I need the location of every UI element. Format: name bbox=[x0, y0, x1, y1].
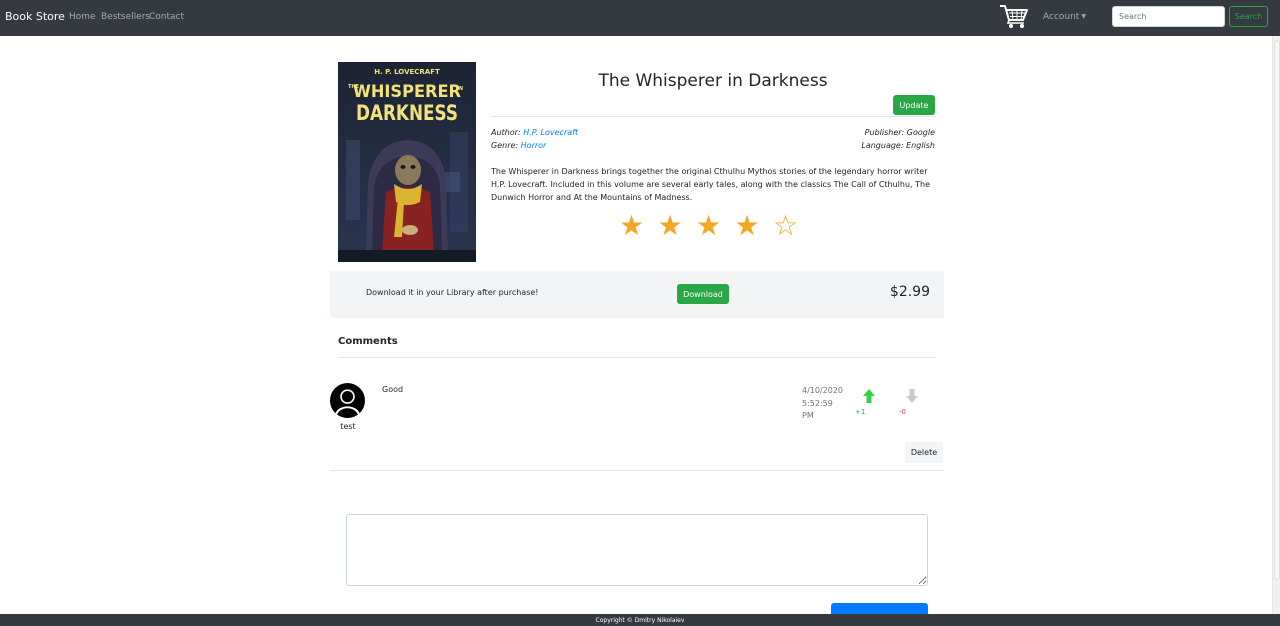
genre-link[interactable]: Horror bbox=[521, 141, 547, 150]
footer: Copyright © Dmitry Nikolaiev bbox=[0, 614, 1280, 626]
comment-input[interactable] bbox=[346, 514, 928, 586]
account-label: Account bbox=[1043, 12, 1080, 22]
book-cover-art: H. P. LOVECRAFT THE WHISPERER IN DARKNES… bbox=[338, 62, 476, 262]
page-scrollbar[interactable] bbox=[1272, 36, 1280, 614]
language-label: Language: bbox=[861, 141, 904, 150]
upvote-arrow-icon[interactable] bbox=[862, 388, 876, 404]
genre-label: Genre: bbox=[491, 141, 519, 150]
update-button[interactable]: Update bbox=[893, 95, 935, 115]
book-language: Language: English bbox=[861, 141, 935, 150]
comments-divider bbox=[338, 357, 936, 358]
comment-meridiem-line: PM bbox=[802, 411, 814, 420]
book-cover-image: H. P. LOVECRAFT THE WHISPERER IN DARKNES… bbox=[338, 62, 476, 262]
book-description: The Whisperer in Darkness brings togethe… bbox=[491, 167, 931, 202]
search-button[interactable]: Search bbox=[1229, 6, 1268, 27]
star-rating[interactable]: ★ ★ ★ ★ ☆ bbox=[619, 208, 819, 244]
purchase-info-text: Download it in your Library after purcha… bbox=[366, 288, 539, 297]
book-author: Author: H.P. Lovecraft bbox=[491, 128, 578, 137]
star-filled-icon[interactable]: ★ bbox=[735, 208, 760, 244]
scrollbar-thumb[interactable] bbox=[1274, 40, 1280, 580]
publisher-value: Google bbox=[906, 128, 935, 137]
download-button[interactable]: Download bbox=[677, 284, 729, 304]
user-avatar-icon bbox=[330, 383, 365, 418]
caret-down-icon: ▼ bbox=[1081, 13, 1086, 20]
nav-link-contact[interactable]: Contact bbox=[149, 12, 184, 22]
comment-time-line: 5:52:59 bbox=[802, 398, 833, 408]
comment-divider bbox=[330, 470, 944, 471]
book-price: $2.99 bbox=[889, 284, 930, 300]
language-value: English bbox=[906, 141, 935, 150]
navbar: Book Store Home Bestsellers Contact Acco… bbox=[0, 0, 1280, 36]
cover-title-line1: WHISPERER bbox=[353, 82, 461, 102]
author-label: Author: bbox=[491, 128, 521, 137]
delete-comment-button[interactable]: Delete bbox=[905, 442, 943, 463]
nav-link-home[interactable]: Home bbox=[69, 12, 96, 22]
star-filled-icon[interactable]: ★ bbox=[619, 208, 644, 244]
star-empty-icon[interactable]: ☆ bbox=[773, 208, 798, 244]
purchase-panel: Download it in your Library after purcha… bbox=[330, 271, 944, 318]
account-dropdown[interactable]: Account ▼ bbox=[1043, 12, 1086, 22]
cover-author-text: H. P. LOVECRAFT bbox=[374, 68, 440, 76]
title-divider bbox=[491, 116, 935, 117]
downvote-count: -0 bbox=[899, 408, 906, 416]
search-input[interactable] bbox=[1112, 6, 1225, 27]
cart-icon[interactable] bbox=[999, 3, 1029, 29]
cover-title-in: IN bbox=[457, 86, 463, 92]
comment-date: 4/10/2020 5:52:59 PM bbox=[802, 385, 848, 423]
brand-logo[interactable]: Book Store bbox=[5, 10, 65, 23]
book-title: The Whisperer in Darkness bbox=[598, 71, 828, 91]
nav-link-bestsellers[interactable]: Bestsellers bbox=[101, 12, 150, 22]
star-filled-icon[interactable]: ★ bbox=[658, 208, 683, 244]
comment-text: Good bbox=[382, 385, 404, 394]
author-link[interactable]: H.P. Lovecraft bbox=[523, 128, 578, 137]
star-filled-icon[interactable]: ★ bbox=[696, 208, 721, 244]
copyright-text: Copyright © Dmitry Nikolaiev bbox=[595, 617, 685, 624]
downvote-arrow-icon[interactable] bbox=[905, 388, 919, 404]
comment-username: test bbox=[340, 422, 356, 431]
book-genre: Genre: Horror bbox=[491, 141, 546, 150]
book-publisher: Publisher: Google bbox=[865, 128, 935, 137]
comments-heading: Comments bbox=[338, 336, 398, 347]
upvote-count: +1 bbox=[855, 408, 866, 416]
publisher-label: Publisher: bbox=[864, 128, 905, 137]
comment-date-line: 4/10/2020 bbox=[802, 386, 844, 395]
cover-title-line2: DARKNESS bbox=[356, 101, 458, 125]
